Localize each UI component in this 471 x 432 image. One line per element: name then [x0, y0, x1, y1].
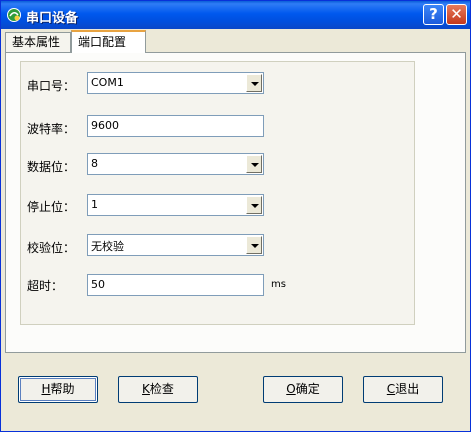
- databits-value: 8: [91, 157, 98, 170]
- timeout-value: 50: [91, 278, 105, 291]
- window-title: 串口设备: [26, 11, 79, 26]
- ok-button[interactable]: O确定: [263, 376, 343, 403]
- databits-label: 数据位：: [27, 160, 76, 174]
- parity-select[interactable]: 无校验: [87, 234, 264, 256]
- parity-value: 无校验: [91, 240, 124, 253]
- exit-button[interactable]: C退出: [363, 376, 443, 403]
- parity-label: 校验位：: [27, 241, 76, 255]
- check-button-label: 检查: [149, 382, 174, 396]
- title-bar[interactable]: 串口设备 ? ✕: [1, 1, 470, 29]
- databits-select[interactable]: 8: [87, 153, 264, 175]
- timeout-unit: ms: [271, 279, 286, 290]
- tab-basic-properties[interactable]: 基本属性: [5, 32, 71, 52]
- dialog-window: 串口设备 ? ✕ 基本属性 端口配置 串口号： COM1 波特率： 9600 数…: [0, 0, 471, 432]
- timeout-input[interactable]: 50: [87, 274, 264, 296]
- ok-button-label: 确定: [295, 382, 320, 396]
- help-button[interactable]: H帮助: [18, 376, 98, 403]
- port-value: COM1: [91, 76, 124, 89]
- port-select[interactable]: COM1: [87, 72, 264, 94]
- chevron-down-icon[interactable]: [246, 236, 262, 254]
- baud-input[interactable]: 9600: [87, 115, 264, 137]
- ok-button-key: O: [286, 382, 296, 396]
- stopbits-label: 停止位：: [27, 200, 76, 214]
- exit-button-label: 退出: [395, 382, 420, 396]
- help-question-button[interactable]: ?: [423, 4, 444, 25]
- baud-label: 波特率：: [27, 122, 76, 136]
- check-button-key: K: [142, 382, 150, 396]
- app-icon: [7, 8, 21, 22]
- stopbits-select[interactable]: 1: [87, 194, 264, 216]
- check-button[interactable]: K检查: [118, 376, 198, 403]
- baud-value: 9600: [91, 119, 119, 132]
- port-label: 串口号：: [27, 79, 76, 93]
- exit-button-key: C: [386, 382, 396, 396]
- tab-port-config[interactable]: 端口配置: [71, 30, 146, 53]
- chevron-down-icon[interactable]: [246, 196, 262, 214]
- timeout-label: 超时：: [27, 279, 64, 293]
- help-button-label: 帮助: [50, 382, 75, 396]
- chevron-down-icon[interactable]: [246, 155, 262, 173]
- stopbits-value: 1: [91, 198, 98, 211]
- help-button-key: H: [41, 382, 51, 396]
- chevron-down-icon[interactable]: [246, 74, 262, 92]
- close-button[interactable]: ✕: [446, 4, 467, 25]
